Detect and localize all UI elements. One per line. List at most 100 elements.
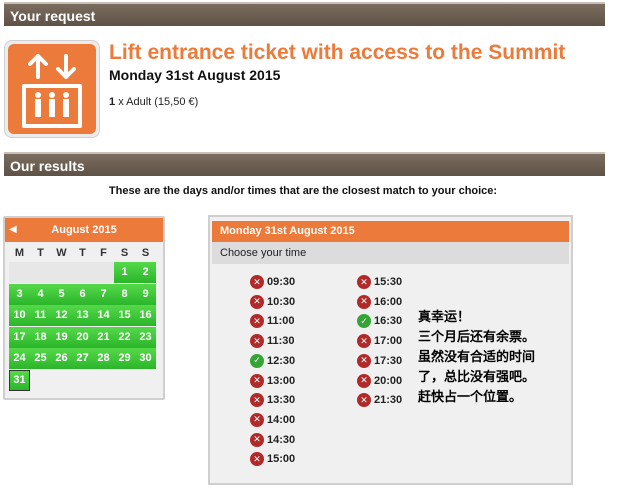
- time-slot: ✕ 14:00: [250, 412, 295, 428]
- calendar-empty-cell: [30, 262, 51, 283]
- calendar-day[interactable]: 26: [51, 348, 72, 369]
- cross-icon: ✕: [357, 373, 371, 388]
- weekday-row: MTWTFSS: [9, 244, 159, 262]
- time-slot: ✕ 20:00: [357, 373, 402, 389]
- time-slot: ✕ 17:30: [357, 353, 402, 369]
- cross-icon: ✕: [357, 353, 371, 368]
- time-slot: ✕ 15:30: [357, 274, 402, 290]
- calendar-day[interactable]: 21: [93, 326, 114, 348]
- calendar-day[interactable]: 28: [93, 348, 114, 369]
- calendar-empty-cell: [72, 262, 93, 283]
- time-slot: ✕ 11:30: [250, 333, 295, 349]
- weekday-label: M: [14, 247, 25, 259]
- note-line: 三个月后还有余票。: [418, 330, 536, 345]
- calendar-empty-cell: [135, 370, 156, 391]
- time-slot-label: 15:30: [374, 276, 403, 288]
- calendar-week: 17 18 19 20 21 22 23: [9, 326, 159, 349]
- cross-icon: ✕: [250, 393, 264, 408]
- calendar-day[interactable]: 4: [30, 283, 51, 305]
- cross-icon: ✕: [357, 294, 371, 309]
- calendar-day[interactable]: 25: [30, 348, 51, 369]
- calendar-day[interactable]: 5: [51, 283, 72, 305]
- ticket-quantity-line: 1 x Adult (15,50 €): [109, 96, 198, 108]
- calendar: ◀ August 2015 MTWTFSS 1 2 3 4 5 6 7 8 9 10 11 12 13 1…: [3, 216, 165, 400]
- cross-icon: ✕: [250, 452, 264, 467]
- chevron-left-icon[interactable]: ◀: [9, 218, 17, 242]
- time-slot-label: 16:30: [374, 315, 403, 328]
- ticket-date: Monday 31st August 2015: [109, 67, 281, 83]
- note-line: 虽然没有合适的时间: [418, 350, 536, 365]
- calendar-day[interactable]: 31: [9, 369, 30, 391]
- calendar-week: 31: [9, 369, 159, 392]
- ticket-type: x Adult (15,50 €): [118, 96, 199, 108]
- cross-icon: ✕: [250, 373, 264, 388]
- time-slot-label: 11:00: [267, 315, 295, 328]
- calendar-day[interactable]: 22: [114, 326, 135, 348]
- time-slot: ✕ 14:30: [250, 432, 295, 448]
- time-slot[interactable]: ✓ 12:30: [250, 353, 295, 369]
- calendar-empty-cell: [93, 262, 114, 283]
- calendar-day[interactable]: 14: [93, 305, 114, 326]
- weekday-label: W: [56, 247, 67, 259]
- calendar-grid: MTWTFSS 1 2 3 4 5 6 7 8 9 10 11 12 13 14 15 16 17 18 19 20 2…: [5, 242, 163, 393]
- calendar-day[interactable]: 17: [9, 326, 30, 348]
- time-slot: ✕ 17:00: [357, 333, 402, 349]
- time-slot-label: 20:00: [374, 374, 403, 387]
- calendar-day[interactable]: 1: [114, 262, 135, 283]
- calendar-day[interactable]: 7: [93, 283, 114, 305]
- calendar-day[interactable]: 11: [30, 305, 51, 326]
- calendar-day[interactable]: 19: [51, 326, 72, 348]
- calendar-day[interactable]: 10: [9, 305, 30, 326]
- calendar-empty-cell: [72, 370, 93, 391]
- calendar-day[interactable]: 15: [114, 305, 135, 326]
- calendar-week: 3456789: [9, 283, 159, 306]
- ticket-title: Lift entrance ticket with access to the …: [109, 41, 566, 64]
- calendar-day[interactable]: 13: [72, 305, 93, 326]
- calendar-day[interactable]: 3: [9, 283, 30, 305]
- weekday-label: S: [120, 247, 129, 259]
- calendar-day[interactable]: 24: [9, 348, 30, 369]
- cross-icon: ✕: [250, 334, 264, 349]
- calendar-header: ◀ August 2015: [5, 218, 163, 242]
- time-slot-label: 13:30: [267, 394, 296, 407]
- calendar-week: 12: [9, 262, 159, 284]
- time-slot[interactable]: ✓ 16:30: [357, 313, 402, 329]
- calendar-day[interactable]: 2: [135, 262, 156, 283]
- calendar-day[interactable]: 27: [72, 348, 93, 369]
- calendar-empty-cell: [51, 370, 72, 391]
- time-slot-label: 14:30: [267, 433, 296, 446]
- check-icon: ✓: [250, 353, 264, 368]
- our-results-header: Our results: [4, 152, 605, 176]
- time-slot-label: 21:30: [374, 394, 403, 407]
- results-intro: These are the days and/or times that are…: [108, 185, 498, 197]
- time-slot: ✕ 15:00: [250, 451, 295, 467]
- calendar-empty-cell: [51, 262, 72, 283]
- ticket-quantity: 1: [109, 96, 116, 108]
- time-slot-label: 14:00: [267, 413, 296, 426]
- time-slot-label: 17:00: [374, 335, 403, 348]
- cross-icon: ✕: [250, 275, 264, 289]
- note-line: 赶快占一个位置。: [418, 390, 523, 405]
- note-line: 真幸运！: [418, 310, 471, 325]
- time-panel-date: Monday 31st August 2015: [212, 221, 569, 242]
- weekday-label: T: [37, 247, 44, 259]
- calendar-day[interactable]: 30: [135, 348, 156, 369]
- note-line: 了，总比没有强吧。: [418, 370, 536, 385]
- calendar-day[interactable]: 6: [72, 283, 93, 305]
- calendar-day[interactable]: 20: [72, 326, 93, 348]
- calendar-day[interactable]: 9: [135, 283, 156, 305]
- calendar-day[interactable]: 29: [114, 348, 135, 369]
- cross-icon: ✕: [357, 334, 371, 349]
- calendar-day[interactable]: 16: [135, 305, 156, 326]
- time-slot-label: 09:30: [267, 276, 296, 288]
- calendar-empty-cell: [30, 370, 51, 391]
- lift-icon: [4, 40, 100, 138]
- time-slot: ✕ 13:00: [250, 373, 295, 389]
- calendar-day[interactable]: 18: [30, 326, 51, 348]
- time-slot: ✕ 10:30: [250, 294, 295, 310]
- time-slot: ✕ 09:30: [250, 274, 295, 290]
- calendar-day[interactable]: 23: [135, 326, 156, 348]
- calendar-day[interactable]: 8: [114, 283, 135, 305]
- cross-icon: ✕: [250, 432, 264, 447]
- calendar-day[interactable]: 12: [51, 305, 72, 326]
